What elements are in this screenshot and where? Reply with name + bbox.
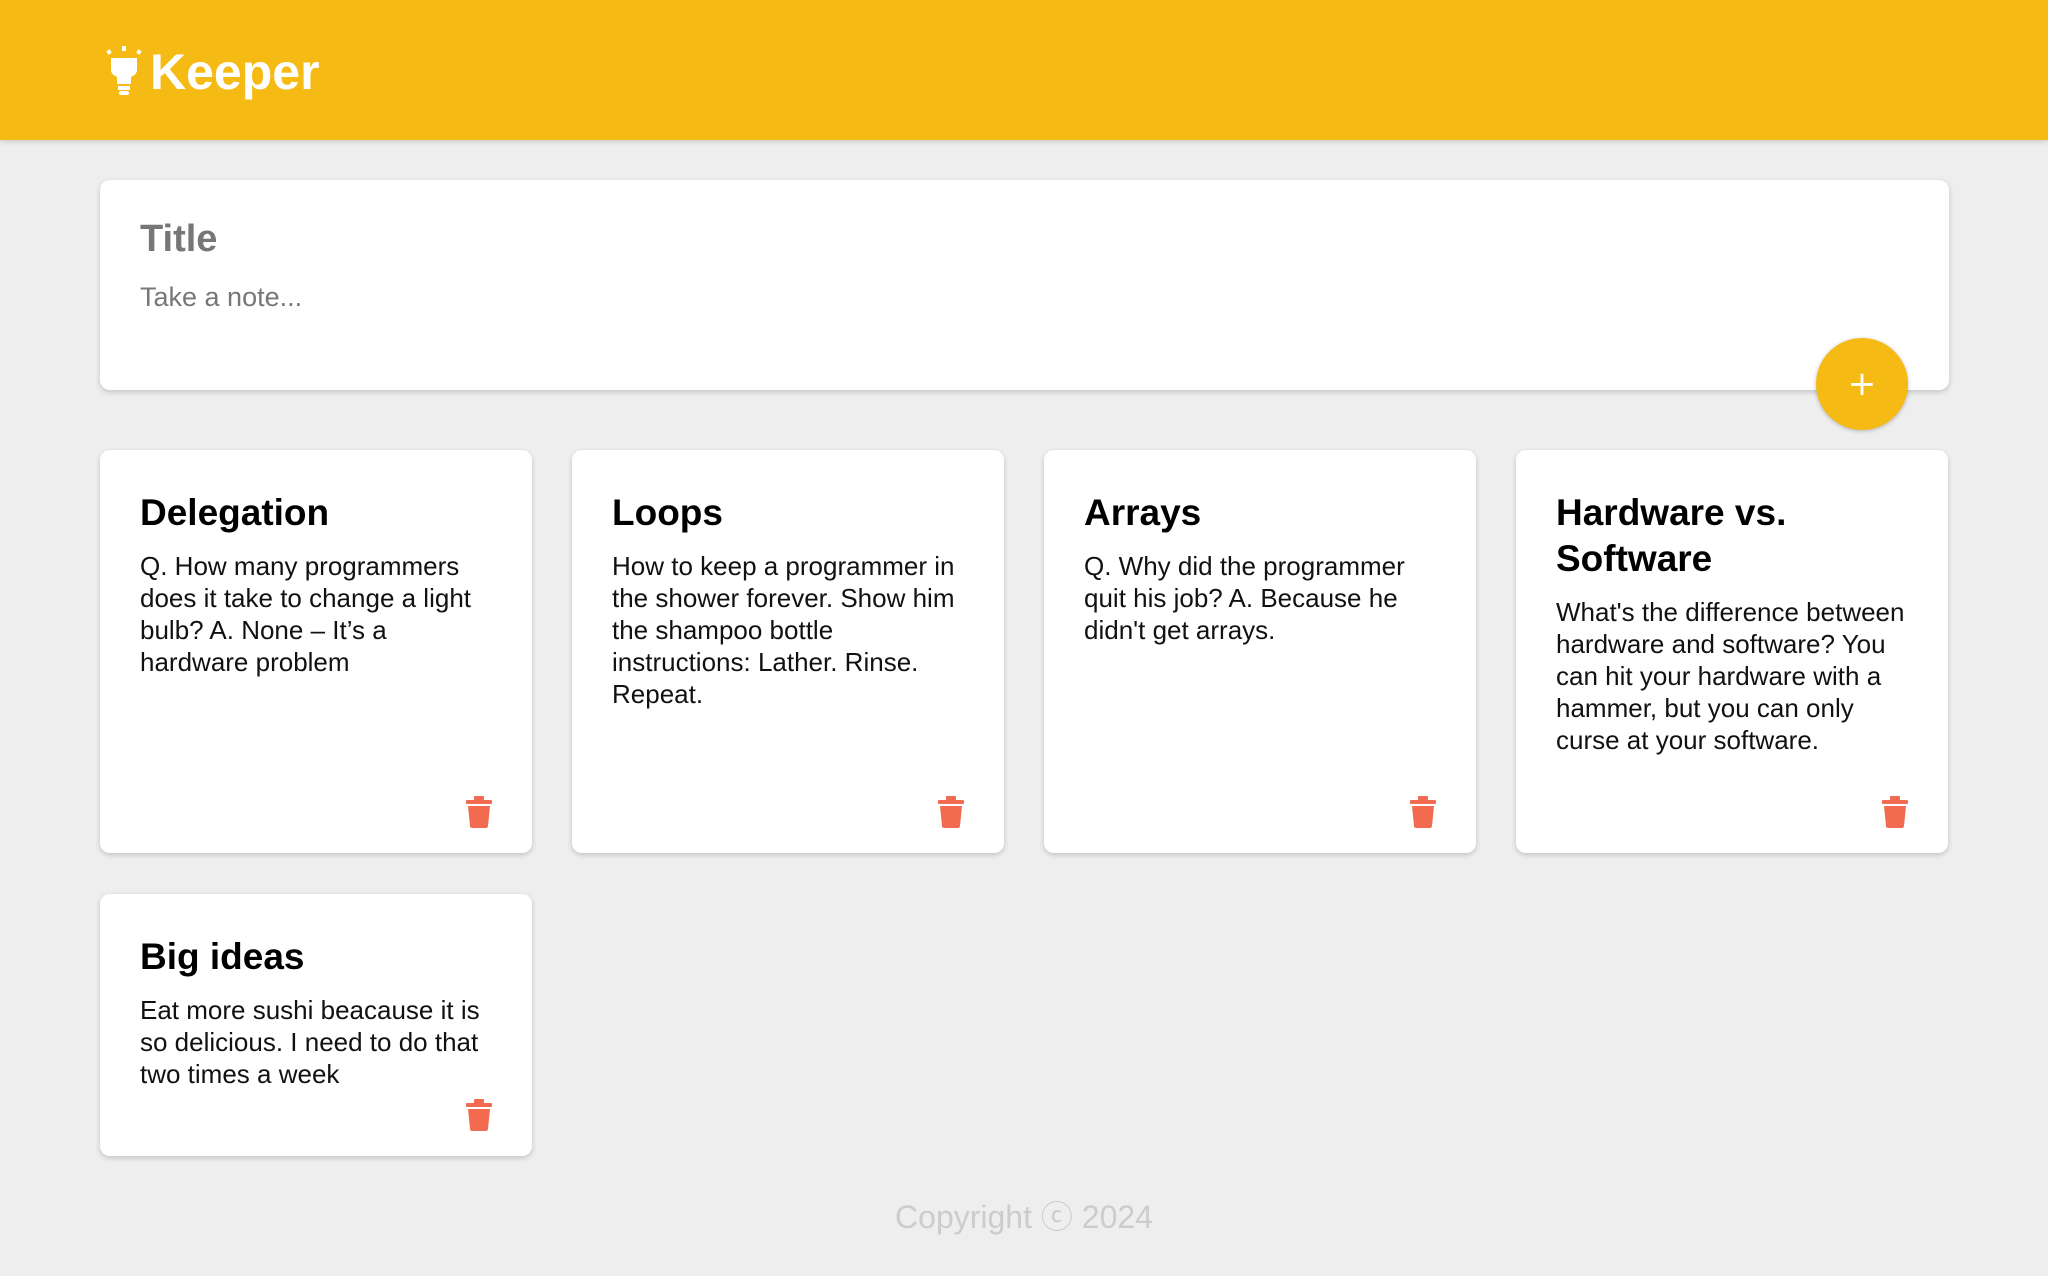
app-title: Keeper xyxy=(150,44,320,100)
add-note-button[interactable]: + xyxy=(1816,338,1908,430)
trash-icon xyxy=(1882,796,1908,828)
note-content: Q. How many programmers does it take to … xyxy=(140,551,479,677)
note-content: Q. Why did the programmer quit his job? … xyxy=(1084,551,1413,645)
note-content: Eat more sushi beacause it is so delicio… xyxy=(140,995,487,1089)
plus-icon: + xyxy=(1847,364,1877,404)
copyright-text: Copyright ⓒ 2024 xyxy=(895,1199,1153,1235)
note-card: Hardware vs. Software What's the differe… xyxy=(1516,450,1948,853)
trash-icon xyxy=(1410,796,1436,828)
trash-icon xyxy=(466,796,492,828)
note-card: Big ideas Eat more sushi beacause it is … xyxy=(100,894,532,1156)
lightbulb-icon xyxy=(106,46,142,95)
delete-note-button[interactable] xyxy=(1878,793,1912,831)
note-card: Loops How to keep a programmer in the sh… xyxy=(572,450,1004,853)
delete-note-button[interactable] xyxy=(1406,793,1440,831)
note-title: Loops xyxy=(612,492,723,533)
delete-note-button[interactable] xyxy=(462,793,496,831)
note-card: Delegation Q. How many programmers does … xyxy=(100,450,532,853)
note-content-input[interactable] xyxy=(140,282,1740,342)
delete-note-button[interactable] xyxy=(462,1096,496,1134)
delete-note-button[interactable] xyxy=(934,793,968,831)
trash-icon xyxy=(466,1099,492,1131)
note-title: Arrays xyxy=(1084,492,1202,533)
note-composer xyxy=(100,180,1949,390)
note-title: Big ideas xyxy=(140,936,305,977)
note-content: What's the difference between hardware a… xyxy=(1556,597,1912,755)
app-header: Keeper xyxy=(0,0,2048,140)
note-card: Arrays Q. Why did the programmer quit hi… xyxy=(1044,450,1476,853)
note-title: Hardware vs. Software xyxy=(1556,492,1787,579)
note-title: Delegation xyxy=(140,492,330,533)
trash-icon xyxy=(938,796,964,828)
note-title-input[interactable] xyxy=(140,218,1140,261)
brand: Keeper xyxy=(104,42,320,102)
footer: Copyright ⓒ 2024 xyxy=(0,1192,2048,1238)
note-content: How to keep a programmer in the shower f… xyxy=(612,551,962,709)
